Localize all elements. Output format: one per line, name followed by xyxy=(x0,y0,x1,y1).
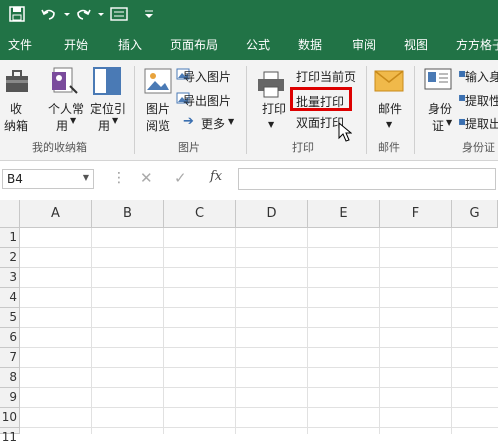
group-label-id: 身份证 xyxy=(462,141,495,154)
tab-review[interactable]: 审阅 xyxy=(352,36,376,53)
save-icon[interactable] xyxy=(8,5,26,23)
locate-dropdown-icon[interactable]: ▼ xyxy=(112,116,118,125)
print-dropdown-icon[interactable]: ▼ xyxy=(268,120,274,129)
spreadsheet-grid: A B C D E F G 1 2 3 4 5 6 7 8 9 10 11 xyxy=(0,200,498,444)
group-label-mail: 邮件 xyxy=(378,141,400,154)
tab-formulas[interactable]: 公式 xyxy=(246,36,270,53)
group-label-print: 打印 xyxy=(292,141,314,154)
tab-ffcell[interactable]: 方方格子 xyxy=(456,36,498,53)
form-icon[interactable] xyxy=(110,5,128,23)
cancel-icon[interactable]: ✕ xyxy=(140,169,153,187)
customize-qat-icon[interactable] xyxy=(140,5,158,23)
redo-icon[interactable] xyxy=(74,5,92,23)
id-dropdown-icon[interactable]: ▼ xyxy=(446,118,452,127)
row-header[interactable]: 4 xyxy=(0,288,20,308)
favorites-button-line2[interactable]: 纳箱 xyxy=(4,117,28,134)
ribbon-panel: 收 纳箱 个人常 用 ▼ 定位引 用 ▼ 我的收纳箱 图片 阅览 导入图片 导出… xyxy=(0,60,498,161)
export-image-button[interactable]: 导出图片 xyxy=(183,92,231,109)
column-header[interactable]: D xyxy=(236,200,308,228)
row-header[interactable]: 1 xyxy=(0,228,20,248)
formula-bar: B4 ▼ ⋮ ✕ ✓ fx xyxy=(0,164,498,194)
separator xyxy=(134,66,135,154)
personal-common-line1[interactable]: 个人常 xyxy=(48,100,84,117)
enter-icon[interactable]: ✓ xyxy=(174,169,187,187)
gridline xyxy=(379,228,380,434)
group-label-images: 图片 xyxy=(178,141,200,154)
column-header[interactable]: B xyxy=(92,200,164,228)
row-header[interactable]: 9 xyxy=(0,388,20,408)
print-current-page-button[interactable]: 打印当前页 xyxy=(296,68,356,85)
redo-dropdown-icon[interactable] xyxy=(92,5,110,23)
personal-dropdown-icon[interactable]: ▼ xyxy=(70,116,76,125)
gridline xyxy=(235,228,236,434)
printer-icon xyxy=(256,70,286,101)
mail-icon xyxy=(374,70,404,95)
name-box-dropdown-icon[interactable]: ▼ xyxy=(83,173,89,182)
separator xyxy=(414,66,415,154)
mail-dropdown-icon[interactable]: ▼ xyxy=(386,120,392,129)
image-browse-icon xyxy=(144,68,172,97)
row-header[interactable]: 8 xyxy=(0,368,20,388)
image-browse-line2[interactable]: 阅览 xyxy=(146,117,170,134)
gridline xyxy=(307,228,308,434)
import-image-button[interactable]: 导入图片 xyxy=(183,68,231,85)
id-extract-birth-button[interactable]: 提取出 xyxy=(465,115,498,132)
tab-data[interactable]: 数据 xyxy=(298,36,322,53)
gridline xyxy=(451,228,452,434)
ribbon-tabs: 文件 开始 插入 页面布局 公式 数据 审阅 视图 方方格子 xyxy=(0,28,498,60)
select-all-corner[interactable] xyxy=(0,200,20,228)
tab-insert[interactable]: 插入 xyxy=(118,36,142,53)
duplex-print-button[interactable]: 双面打印 xyxy=(296,114,344,131)
personal-common-line2[interactable]: 用 xyxy=(56,117,68,134)
row-header[interactable]: 2 xyxy=(0,248,20,268)
title-bar xyxy=(0,0,498,28)
column-header[interactable]: G xyxy=(452,200,498,228)
tab-page-layout[interactable]: 页面布局 xyxy=(170,36,218,53)
tab-view[interactable]: 视图 xyxy=(404,36,428,53)
column-header[interactable]: F xyxy=(380,200,452,228)
gridline xyxy=(163,228,164,434)
mouse-cursor-icon xyxy=(338,121,353,145)
formula-input[interactable] xyxy=(238,168,496,190)
more-dropdown-icon[interactable]: ▼ xyxy=(228,117,234,126)
column-header[interactable]: A xyxy=(20,200,92,228)
personal-common-icon xyxy=(50,66,78,99)
gridline xyxy=(91,228,92,434)
row-header[interactable]: 10 xyxy=(0,408,20,428)
separator xyxy=(246,66,247,154)
arrow-right-icon: ➔ xyxy=(183,114,194,129)
highlight-box xyxy=(290,87,352,111)
id-card-line2[interactable]: 证 xyxy=(432,117,444,134)
group-label-favorites: 我的收纳箱 xyxy=(32,141,87,154)
locate-reference-line2[interactable]: 用 xyxy=(98,117,110,134)
undo-icon[interactable] xyxy=(40,5,58,23)
insert-function-icon[interactable]: fx xyxy=(210,169,222,184)
row-header[interactable]: 6 xyxy=(0,328,20,348)
name-box[interactable]: B4 ▼ xyxy=(2,169,94,189)
id-extract-gender-button[interactable]: 提取性 xyxy=(465,92,498,109)
row-header[interactable]: 5 xyxy=(0,308,20,328)
locate-reference-line1[interactable]: 定位引 xyxy=(90,100,126,117)
cell-reference: B4 xyxy=(7,172,23,186)
tab-home[interactable]: 开始 xyxy=(64,36,88,53)
more-button[interactable]: 更多 xyxy=(201,115,225,132)
separator xyxy=(366,66,367,154)
locate-reference-icon xyxy=(92,66,122,99)
row-header[interactable]: 3 xyxy=(0,268,20,288)
id-card-icon xyxy=(424,68,452,93)
favorites-button-line1[interactable]: 收 xyxy=(10,100,22,117)
row-header[interactable]: 11 xyxy=(0,428,20,444)
id-card-line1[interactable]: 身份 xyxy=(428,100,452,117)
toolbox-icon xyxy=(4,68,30,97)
mail-button[interactable]: 邮件 xyxy=(378,100,402,117)
print-button[interactable]: 打印 xyxy=(262,100,286,117)
column-header[interactable]: C xyxy=(164,200,236,228)
formula-bar-more-icon[interactable]: ⋮ xyxy=(112,170,126,186)
column-header[interactable]: E xyxy=(308,200,380,228)
row-header[interactable]: 7 xyxy=(0,348,20,368)
image-browse-line1[interactable]: 图片 xyxy=(146,100,170,117)
id-input-button[interactable]: 输入身 xyxy=(465,68,498,85)
tab-file[interactable]: 文件 xyxy=(8,36,32,53)
